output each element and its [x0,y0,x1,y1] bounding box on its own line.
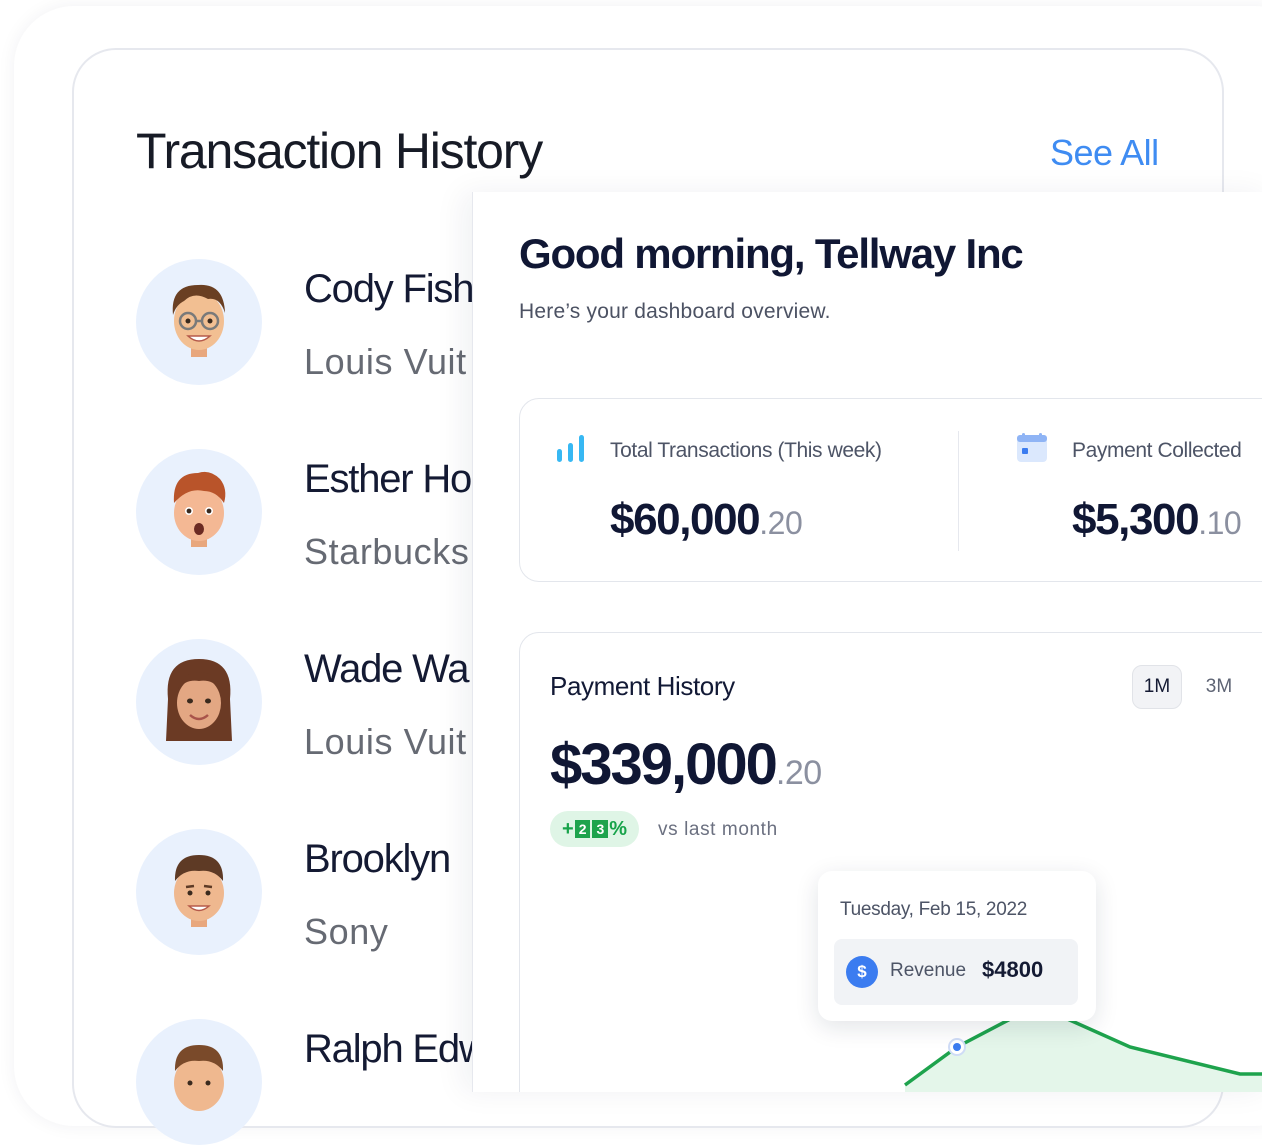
contact-name: Cody Fish [304,267,474,311]
merchant-name: Starbucks [304,531,470,572]
greeting-heading: Good morning, Tellway Inc [519,230,1024,277]
avatar [136,449,262,575]
tooltip-metric-label: Revenue [890,960,967,981]
dashboard-subtitle: Here’s your dashboard overview. [519,300,831,323]
memoji-man-icon [174,1045,224,1111]
payment-collected-cents: .10 [1198,505,1242,541]
payment-collected-amount: $5,300 [1072,495,1200,544]
range-1m-button[interactable]: 1M [1132,665,1182,709]
payment-history-value: $339,000.20 [550,731,822,798]
transaction-row[interactable]: Cody Fish Louis Vuit [136,259,476,387]
tooltip-metric: $ Revenue $4800 [834,939,1078,1005]
stats-divider [958,431,959,551]
growth-suffix: % [609,817,628,840]
memoji-man-icon [174,855,224,927]
contact-name: Brooklyn [304,837,451,881]
vs-last-month-label: vs last month [658,819,778,840]
memoji-glasses-icon [172,284,225,357]
total-transactions-cents: .20 [759,505,803,541]
growth-badge: + 2 3 % [550,811,640,847]
payment-collected-label: Payment Collected [1072,439,1242,462]
total-transactions-amount: $60,000 [610,495,761,544]
payment-collected-value: $5,300.10 [1072,495,1242,545]
avatar [136,829,262,955]
payment-history-amount: $339,000 [550,732,778,797]
transaction-row[interactable]: Ralph Edw [136,1019,488,1147]
calendar-icon [1017,433,1047,462]
memoji-surprised-icon [173,471,226,547]
dashboard-panel: Good morning, Tellway Inc Here’s your da… [472,192,1262,1092]
merchant-name: Louis Vuit [304,721,467,762]
avatar [136,1019,262,1145]
stats-card: Total Transactions (This week) $60,000.2… [519,398,1262,582]
transaction-row[interactable]: Brooklyn Sony [136,829,476,957]
payment-history-cents: .20 [775,754,822,792]
growth-digit: 3 [592,820,609,838]
contact-name: Esther Ho [304,457,472,501]
tooltip-pointer [946,1021,968,1031]
total-transactions-label: Total Transactions (This week) [610,439,882,462]
chart-point-dot [953,1043,961,1051]
transaction-row[interactable]: Wade Wa Louis Vuit [136,639,476,767]
growth-digit: 2 [574,820,591,838]
chart-tooltip: Tuesday, Feb 15, 2022 $ Revenue $4800 [818,871,1096,1021]
bar-chart-icon [557,435,584,462]
avatar [136,259,262,385]
merchant-name: Sony [304,911,389,952]
contact-name: Ralph Edw [304,1027,488,1071]
tooltip-metric-value: $4800 [982,957,1044,982]
transaction-history-title: Transaction History [136,123,543,179]
avatar [136,639,262,765]
tooltip-date: Tuesday, Feb 15, 2022 [840,899,1027,920]
dollar-icon: $ [846,956,878,988]
memoji-woman-icon [166,659,232,741]
growth-prefix: + [562,817,574,840]
total-transactions-value: $60,000.20 [610,495,803,545]
contact-name: Wade Wa [304,647,469,691]
range-3m-button[interactable]: 3M [1194,665,1244,709]
see-all-link[interactable]: See All [1050,132,1159,174]
payment-history-card: Payment History 1M 3M $339,000.20 + 2 3 … [519,632,1262,1092]
merchant-name: Louis Vuit [304,341,467,382]
payment-history-title: Payment History [550,671,735,701]
transaction-row[interactable]: Esther Ho Starbucks [136,449,476,577]
